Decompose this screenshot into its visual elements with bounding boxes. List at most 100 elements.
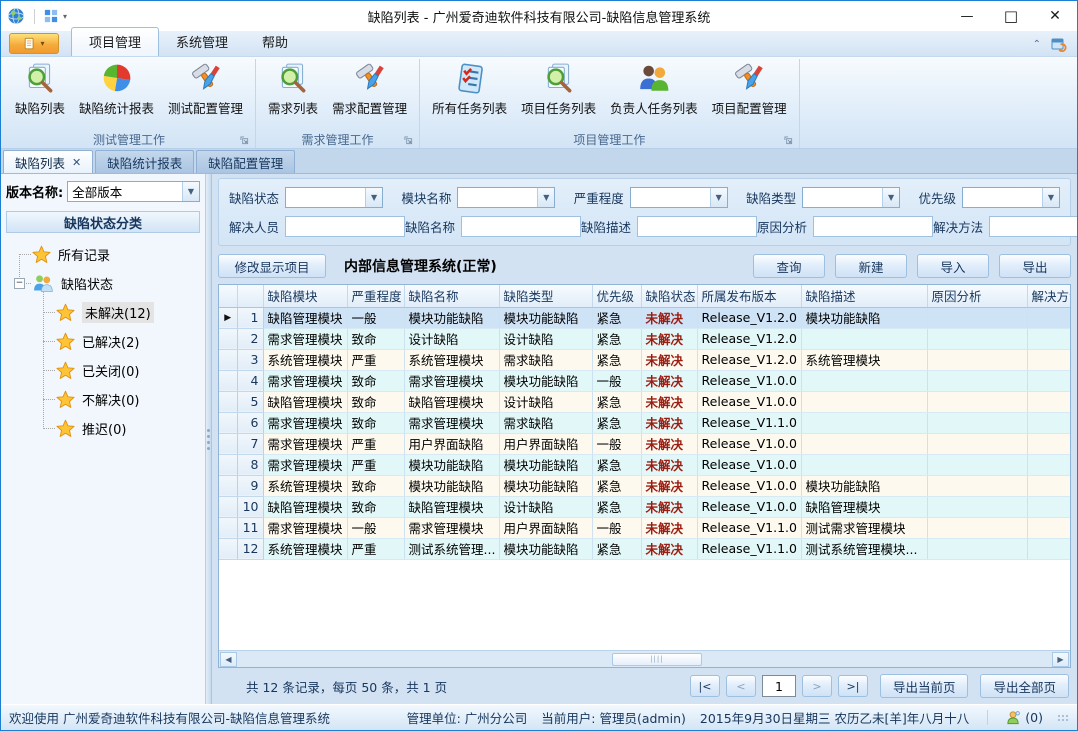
chevron-down-icon[interactable]: ▼ [710,188,727,207]
tree-item-postponed[interactable]: 推迟(0) [6,414,200,443]
export-all-pages-button[interactable]: 导出全部页 [980,674,1069,698]
table-row[interactable]: 11需求管理模块一般需求管理模块用户界面缺陷一般未解决Release_V1.1.… [219,517,1070,538]
ribbon-button-defect-stats-report[interactable]: 缺陷统计报表 [73,60,160,117]
collapse-ribbon-icon[interactable]: ⌃ [1033,39,1041,50]
table-row[interactable]: 9系统管理模块致命模块功能缺陷模块功能缺陷紧急未解决Release_V1.0.0… [219,475,1070,496]
ribbon-button-owner-tasks[interactable]: 负责人任务列表 [604,60,704,117]
application-menu-button[interactable]: ▾ [9,33,59,54]
column-header[interactable]: 优先级 [592,285,641,307]
tree-item-unresolved[interactable]: 未解决(12) [6,298,200,327]
filter-defect-desc-input[interactable] [637,216,757,237]
online-users[interactable]: (0) [1006,710,1043,725]
query-button[interactable]: 查询 [753,254,825,278]
ribbon-button-all-tasks[interactable]: 所有任务列表 [426,60,513,117]
close-tab-icon[interactable]: ✕ [72,156,81,169]
last-page-button[interactable]: >| [838,675,868,697]
table-cell: 紧急 [592,307,641,328]
prev-page-button[interactable]: < [726,675,756,697]
export-button[interactable]: 导出 [999,254,1071,278]
table-row[interactable]: ▶ 1缺陷管理模块一般模块功能缺陷模块功能缺陷紧急未解决Release_V1.2… [219,307,1070,328]
filter-cause-analysis-input[interactable] [813,216,933,237]
doc-tab-defect-stats-report[interactable]: 缺陷统计报表 [95,150,194,173]
column-header[interactable]: 缺陷状态 [641,285,697,307]
column-header[interactable]: 缺陷模块 [263,285,347,307]
chevron-down-icon[interactable]: ▼ [537,188,554,207]
filter-defect-status-select[interactable]: ▼ [285,187,383,208]
first-page-button[interactable]: |< [690,675,720,697]
table-cell [1027,391,1070,412]
collapse-node-icon[interactable]: − [14,278,25,289]
table-cell: 系统管理模块 [263,349,347,370]
ribbon-button-project-config-icon [732,62,766,96]
minimize-icon[interactable]: — [945,1,989,31]
ribbon-button-project-tasks[interactable]: 项目任务列表 [515,60,602,117]
ribbon-button-requirement-config[interactable]: 需求配置管理 [326,60,413,117]
ribbon-button-project-config[interactable]: 项目配置管理 [706,60,793,117]
table-cell: Release_V1.1.0 [697,412,801,433]
sidebar-splitter[interactable] [205,174,212,704]
tab-project-management[interactable]: 项目管理 [71,27,159,56]
doc-tab-defect-config[interactable]: 缺陷配置管理 [196,150,295,173]
table-row[interactable]: 6需求管理模块致命需求管理模块需求缺陷紧急未解决Release_V1.1.0 [219,412,1070,433]
tree-item-wont-fix[interactable]: 不解决(0) [6,385,200,414]
column-header[interactable]: 原因分析 [927,285,1027,307]
table-cell: 紧急 [592,496,641,517]
tab-help[interactable]: 帮助 [245,28,305,56]
table-row[interactable]: 10缺陷管理模块致命缺陷管理模块设计缺陷紧急未解决Release_V1.0.0缺… [219,496,1070,517]
modify-display-items-button[interactable]: 修改显示项目 [218,254,326,278]
tree-item-resolved[interactable]: 已解决(2) [6,327,200,356]
export-current-page-button[interactable]: 导出当前页 [880,674,969,698]
table-row[interactable]: 7需求管理模块严重用户界面缺陷用户界面缺陷一般未解决Release_V1.0.0 [219,433,1070,454]
scrollbar-thumb[interactable]: |||| [612,653,702,666]
scroll-left-icon[interactable]: ◀ [220,652,237,667]
window-layout-icon[interactable] [44,9,58,23]
resize-grip-icon[interactable] [1057,714,1069,722]
column-header[interactable]: 所属发布版本 [697,285,801,307]
close-icon[interactable]: ✕ [1033,1,1077,31]
next-page-button[interactable]: > [802,675,832,697]
table-row[interactable]: 2需求管理模块致命设计缺陷设计缺陷紧急未解决Release_V1.2.0 [219,328,1070,349]
column-header[interactable]: 严重程度 [347,285,404,307]
table-row[interactable]: 8需求管理模块严重模块功能缺陷模块功能缺陷紧急未解决Release_V1.0.0 [219,454,1070,475]
table-row[interactable]: 4需求管理模块致命需求管理模块模块功能缺陷一般未解决Release_V1.0.0 [219,370,1070,391]
chevron-down-icon[interactable]: ▼ [1042,188,1059,207]
version-select[interactable]: 全部版本 ▼ [67,181,200,202]
new-button[interactable]: 新建 [835,254,907,278]
chevron-down-icon[interactable]: ▼ [365,188,382,207]
tree-item-all-records[interactable]: 所有记录 [6,240,200,269]
dialog-launcher-icon[interactable] [240,136,249,145]
dialog-launcher-icon[interactable] [784,136,793,145]
horizontal-scrollbar[interactable]: ◀ |||| ▶ [219,650,1070,667]
filter-defect-name-input[interactable] [461,216,581,237]
doc-tab-defect-list[interactable]: 缺陷列表 ✕ [3,150,93,173]
ribbon-button-test-config[interactable]: 测试配置管理 [162,60,249,117]
ribbon-button-label: 项目配置管理 [712,98,787,117]
filter-module-name-select[interactable]: ▼ [457,187,555,208]
help-style-icon[interactable] [1051,36,1067,52]
filter-resolver-input[interactable] [285,216,405,237]
scroll-right-icon[interactable]: ▶ [1052,652,1069,667]
column-header[interactable]: 解决方法 [1027,285,1070,307]
table-row[interactable]: 5缺陷管理模块致命缺陷管理模块设计缺陷紧急未解决Release_V1.0.0 [219,391,1070,412]
maximize-icon[interactable]: □ [989,1,1033,31]
filter-severity-select[interactable]: ▼ [630,187,728,208]
chevron-down-icon[interactable]: ▼ [882,188,899,207]
ribbon-button-defect-list[interactable]: 缺陷列表 [9,60,71,117]
filter-priority-select[interactable]: ▼ [962,187,1060,208]
chevron-down-icon[interactable]: ▼ [182,182,199,201]
dialog-launcher-icon[interactable] [404,136,413,145]
page-number-input[interactable] [762,675,796,697]
filter-solution-input[interactable] [989,216,1078,237]
tab-system-management[interactable]: 系统管理 [159,28,245,56]
import-button[interactable]: 导入 [917,254,989,278]
tree-item-defect-status[interactable]: − 缺陷状态 [6,269,200,298]
tree-item-closed[interactable]: 已关闭(0) [6,356,200,385]
filter-defect-type-select[interactable]: ▼ [802,187,900,208]
column-header[interactable]: 缺陷描述 [801,285,927,307]
column-header[interactable]: 缺陷类型 [499,285,592,307]
quick-access-dropdown-icon[interactable]: ▾ [63,12,67,21]
table-row[interactable]: 12系统管理模块严重测试系统管理...模块功能缺陷紧急未解决Release_V1… [219,538,1070,559]
ribbon-button-requirement-list[interactable]: 需求列表 [262,60,324,117]
column-header[interactable]: 缺陷名称 [404,285,499,307]
table-row[interactable]: 3系统管理模块严重系统管理模块需求缺陷紧急未解决Release_V1.2.0系统… [219,349,1070,370]
